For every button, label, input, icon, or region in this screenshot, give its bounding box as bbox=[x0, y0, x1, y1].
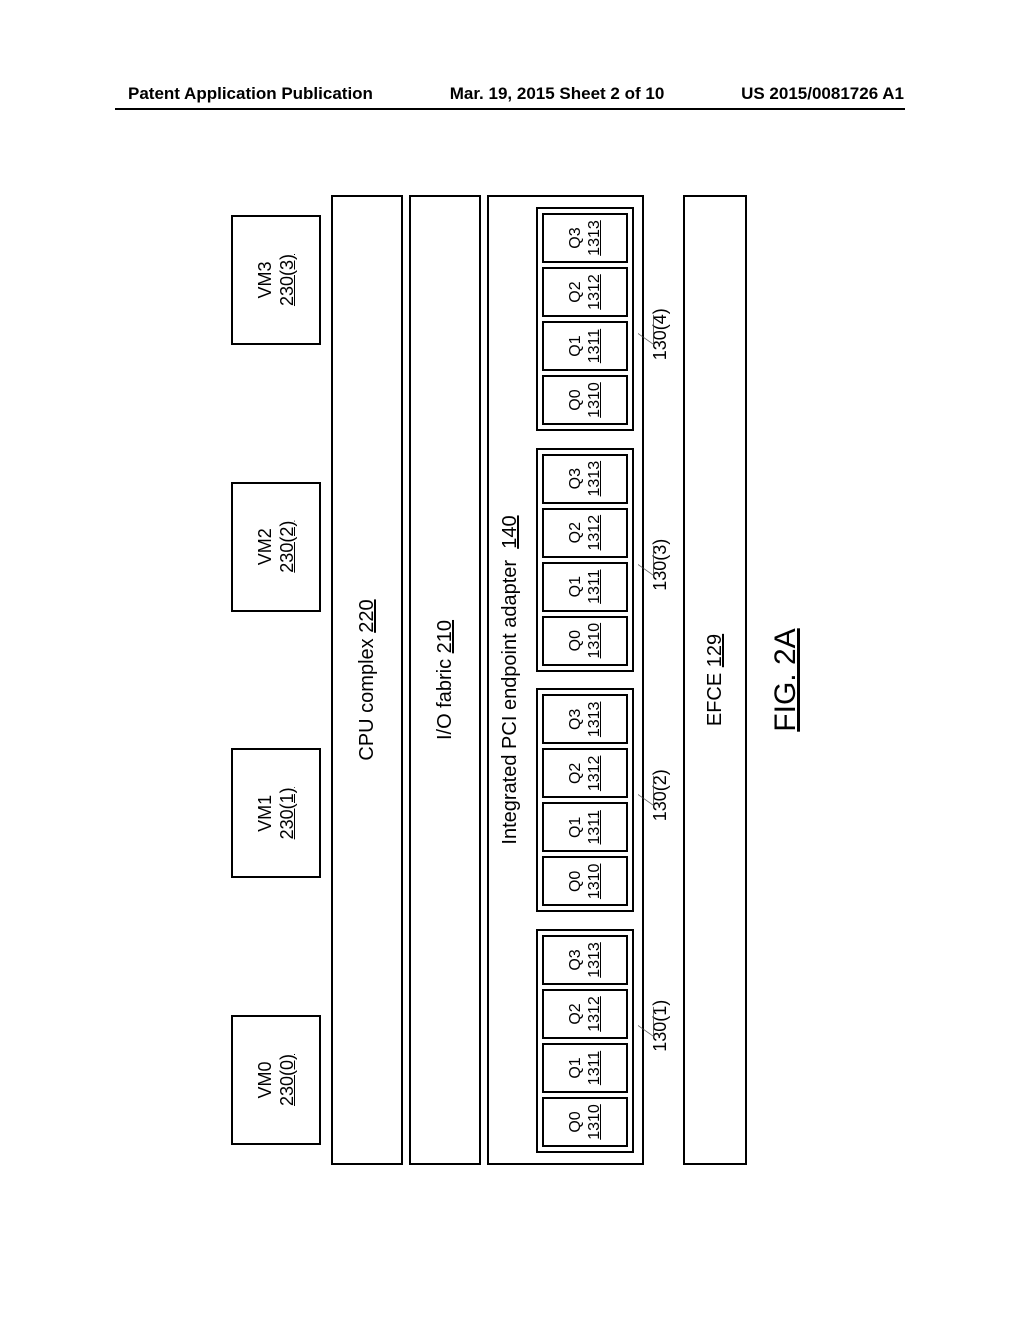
vm-name: VM0 bbox=[254, 1062, 277, 1099]
queue-ref: 1311 bbox=[585, 329, 604, 363]
queue: Q01310 bbox=[542, 375, 628, 425]
queue: Q31313 bbox=[542, 454, 628, 504]
efce-ref: 129 bbox=[704, 634, 727, 667]
queue-ref: 1310 bbox=[585, 382, 604, 418]
queue-name: Q3 bbox=[566, 709, 585, 730]
queue: Q11311 bbox=[542, 562, 628, 612]
queue-ref: 1312 bbox=[585, 274, 604, 310]
io-ref: 210 bbox=[434, 620, 457, 653]
queue: Q11311 bbox=[542, 802, 628, 852]
adapter-text: Integrated PCI endpoint adapter bbox=[499, 560, 521, 845]
pci-endpoint-adapter: Integrated PCI endpoint adapter 140 Q013… bbox=[487, 195, 644, 1165]
header-publication: Patent Application Publication bbox=[128, 84, 373, 104]
queue-name: Q0 bbox=[566, 871, 585, 892]
queue: Q01310 bbox=[542, 856, 628, 906]
queue-ref: 1313 bbox=[585, 942, 604, 978]
queue-ref: 1310 bbox=[585, 623, 604, 659]
queue-ref: 1312 bbox=[585, 996, 604, 1032]
queue: Q31313 bbox=[542, 213, 628, 263]
queue-name: Q1 bbox=[566, 817, 585, 838]
queue-ref: 1312 bbox=[585, 515, 604, 551]
vnic-group: Q01310 Q11311 Q21312 Q31313 bbox=[536, 688, 634, 912]
figure-number: FIG. 2A bbox=[769, 628, 803, 731]
cpu-ref: 220 bbox=[356, 599, 379, 632]
vnic-ref-label: 130(3) bbox=[650, 465, 671, 665]
queue-ref: 1313 bbox=[585, 220, 604, 256]
vm-block: VM2 230(2) bbox=[231, 482, 321, 612]
cpu-label: CPU complex bbox=[356, 638, 379, 760]
vm-ref: 230(1) bbox=[276, 787, 299, 839]
vnic-ref-label: 130(4) bbox=[650, 234, 671, 434]
efce-block: EFCE 129 bbox=[683, 195, 747, 1165]
vm-row: VM0 230(0) VM1 230(1) VM2 230(2) VM3 230… bbox=[231, 215, 321, 1145]
vnic-group: Q01310 Q11311 Q21312 Q31313 bbox=[536, 448, 634, 672]
queue: Q31313 bbox=[542, 694, 628, 744]
vnic-group: Q01310 Q11311 Q21312 Q31313 bbox=[536, 207, 634, 431]
queue-name: Q0 bbox=[566, 630, 585, 651]
queue-name: Q3 bbox=[566, 949, 585, 970]
efce-label: EFCE bbox=[704, 673, 727, 726]
queue-name: Q2 bbox=[566, 522, 585, 543]
cpu-complex: CPU complex 220 bbox=[331, 195, 403, 1165]
vnic-row: Q01310 Q11311 Q21312 Q31313 Q01310 Q1131… bbox=[536, 205, 634, 1155]
vm-block: VM3 230(3) bbox=[231, 215, 321, 345]
vm-ref: 230(3) bbox=[276, 254, 299, 306]
queue-name: Q0 bbox=[566, 389, 585, 410]
queue: Q31313 bbox=[542, 935, 628, 985]
queue-ref: 1310 bbox=[585, 864, 604, 900]
vm-block: VM1 230(1) bbox=[231, 748, 321, 878]
queue-name: Q1 bbox=[566, 576, 585, 597]
vnic-group: Q01310 Q11311 Q21312 Q31313 bbox=[536, 929, 634, 1153]
queue-name: Q3 bbox=[566, 227, 585, 248]
io-fabric: I/O fabric 210 bbox=[409, 195, 481, 1165]
queue-name: Q0 bbox=[566, 1111, 585, 1132]
vm-name: VM2 bbox=[254, 528, 277, 565]
vm-block: VM0 230(0) bbox=[231, 1015, 321, 1145]
header-date-sheet: Mar. 19, 2015 Sheet 2 of 10 bbox=[450, 84, 665, 104]
figure: VM0 230(0) VM1 230(1) VM2 230(2) VM3 230… bbox=[221, 170, 803, 1190]
queue-ref: 1312 bbox=[585, 756, 604, 792]
queue-ref: 1310 bbox=[585, 1104, 604, 1140]
queue: Q01310 bbox=[542, 616, 628, 666]
vm-ref: 230(2) bbox=[276, 521, 299, 573]
queue: Q21312 bbox=[542, 267, 628, 317]
queue-name: Q1 bbox=[566, 1057, 585, 1078]
queue-name: Q3 bbox=[566, 468, 585, 489]
queue-ref: 1311 bbox=[585, 810, 604, 844]
adapter-ref: 140 bbox=[499, 515, 521, 548]
adapter-label: Integrated PCI endpoint adapter 140 bbox=[489, 515, 536, 844]
queue-name: Q2 bbox=[566, 1003, 585, 1024]
queue: Q21312 bbox=[542, 748, 628, 798]
queue: Q21312 bbox=[542, 508, 628, 558]
queue-name: Q2 bbox=[566, 281, 585, 302]
io-label: I/O fabric bbox=[434, 659, 457, 740]
queue: Q21312 bbox=[542, 989, 628, 1039]
queue-ref: 1311 bbox=[585, 1051, 604, 1085]
queue-ref: 1311 bbox=[585, 569, 604, 603]
header-rule bbox=[115, 108, 905, 110]
queue: Q01310 bbox=[542, 1097, 628, 1147]
vm-name: VM3 bbox=[254, 262, 277, 299]
vnic-ref-label: 130(2) bbox=[650, 695, 671, 895]
queue: Q11311 bbox=[542, 1043, 628, 1093]
vnic-labels-row: 130(1) 130(2) 130(3) 130(4) bbox=[650, 219, 671, 1141]
header-docnum: US 2015/0081726 A1 bbox=[741, 84, 904, 104]
queue: Q11311 bbox=[542, 321, 628, 371]
queue-ref: 1313 bbox=[585, 702, 604, 738]
vm-ref: 230(0) bbox=[276, 1054, 299, 1106]
figure-wrapper: VM0 230(0) VM1 230(1) VM2 230(2) VM3 230… bbox=[221, 170, 803, 1190]
queue-name: Q1 bbox=[566, 335, 585, 356]
vm-name: VM1 bbox=[254, 795, 277, 832]
queue-name: Q2 bbox=[566, 763, 585, 784]
queue-ref: 1313 bbox=[585, 461, 604, 497]
vnic-ref-label: 130(1) bbox=[650, 926, 671, 1126]
